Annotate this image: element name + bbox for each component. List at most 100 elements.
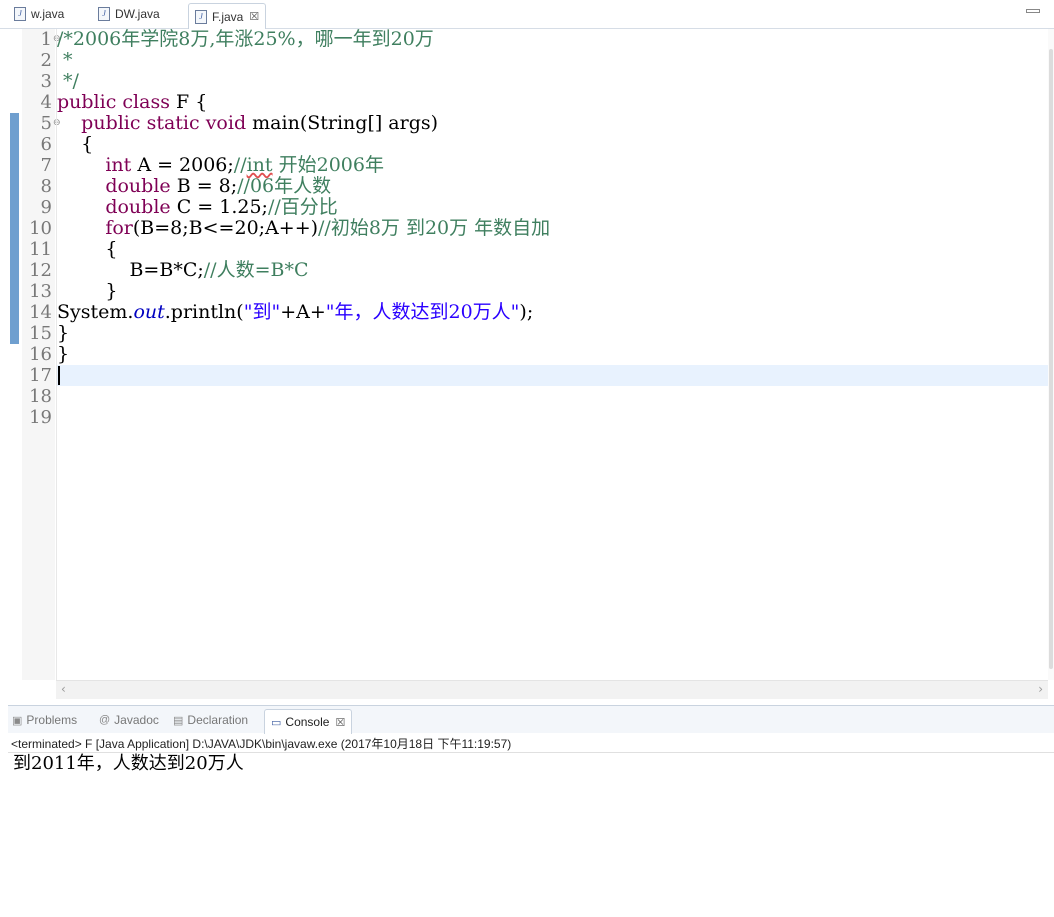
- line-number: 2: [40, 50, 52, 71]
- code-line[interactable]: System.out.println("到"+A+"年，人数达到20万人");: [57, 302, 533, 323]
- close-icon[interactable]: ☒: [335, 716, 345, 729]
- code-token: int: [246, 154, 273, 176]
- code-editor[interactable]: 1 ⊖ 2 3 4 5 ⊖ 6 7 8 9 10 11 12 13 14 15 16 17 18 19 /*2006年学…: [8, 29, 1054, 699]
- code-token: class: [122, 91, 170, 113]
- code-token: //人数=B*C: [203, 259, 309, 281]
- java-file-icon: J: [195, 9, 207, 24]
- tab-problems[interactable]: ▣ Problems: [12, 710, 77, 730]
- code-token: //初始8万 到20万 年数自加: [318, 217, 551, 239]
- line-number: 5: [40, 113, 52, 134]
- code-line[interactable]: }: [57, 344, 69, 365]
- tab-javadoc[interactable]: @ Javadoc: [99, 710, 159, 730]
- code-token: void: [205, 112, 247, 134]
- line-number: 15: [29, 323, 52, 344]
- line-number: 13: [29, 281, 52, 302]
- code-token: }: [57, 343, 70, 365]
- line-number: 10: [29, 218, 52, 239]
- tab-label: Console: [285, 715, 330, 729]
- code-token: {: [57, 133, 94, 155]
- line-number: 1: [40, 29, 52, 50]
- tab-label: w.java: [31, 7, 65, 21]
- code-token: *: [57, 49, 73, 71]
- javadoc-icon: @: [99, 714, 111, 726]
- code-line[interactable]: {: [57, 239, 117, 260]
- code-token: double: [105, 175, 171, 197]
- tab-declaration[interactable]: ▤ Declaration: [173, 710, 248, 730]
- code-token: A = 2006;: [131, 154, 234, 176]
- scroll-right-icon[interactable]: ›: [1038, 682, 1043, 696]
- code-token: .println(: [164, 301, 244, 323]
- code-token: "年，人数达到20万人": [325, 301, 520, 323]
- scroll-left-icon[interactable]: ‹: [61, 682, 66, 696]
- tab-dw-java[interactable]: J DW.java: [98, 2, 160, 26]
- console-output[interactable]: 到2011年，人数达到20万人: [13, 753, 244, 775]
- scrollbar-thumb[interactable]: [1049, 49, 1053, 669]
- code-line[interactable]: /*2006年学院8万,年涨25%，哪一年到20万: [57, 29, 434, 50]
- code-token: C = 1.25;: [170, 196, 268, 218]
- code-token: );: [519, 301, 534, 323]
- code-token: //百分比: [267, 196, 338, 218]
- line-number: 4: [40, 92, 52, 113]
- tab-w-java[interactable]: J w.java: [14, 2, 64, 26]
- minimize-icon[interactable]: [1026, 9, 1040, 13]
- change-marker: [10, 113, 19, 344]
- code-token: (B=8;B<=20;A++): [132, 217, 319, 239]
- code-line[interactable]: double C = 1.25;//百分比: [57, 196, 338, 218]
- code-line[interactable]: }: [57, 281, 117, 302]
- code-line[interactable]: *: [57, 50, 73, 71]
- current-line-highlight: [57, 365, 1049, 386]
- tab-label: Problems: [26, 713, 78, 727]
- problems-icon: ▣: [12, 714, 23, 727]
- text-caret: [58, 366, 60, 385]
- code-token: //06年人数: [237, 175, 332, 197]
- line-number: 11: [29, 239, 52, 260]
- code-line[interactable]: {: [57, 134, 93, 155]
- horizontal-scrollbar[interactable]: ‹ ›: [56, 680, 1048, 699]
- vertical-scrollbar[interactable]: [1048, 29, 1054, 680]
- code-line[interactable]: public static void main(String[] args): [57, 113, 438, 134]
- code-token: }: [57, 322, 70, 344]
- code-line[interactable]: public class F {: [57, 92, 207, 113]
- line-number: 3: [40, 71, 52, 92]
- code-token: B=B*C;: [57, 259, 204, 281]
- line-number: 14: [29, 302, 52, 323]
- code-token: +A+: [280, 301, 326, 323]
- code-token: out: [133, 301, 165, 323]
- line-number: 8: [40, 176, 52, 197]
- close-icon[interactable]: ☒: [249, 10, 259, 23]
- tab-console[interactable]: ▭ Console ☒: [264, 709, 353, 734]
- code-line[interactable]: */: [57, 71, 79, 92]
- code-token: static: [146, 112, 200, 134]
- java-file-icon: J: [98, 7, 110, 21]
- code-line[interactable]: int A = 2006;//int 开始2006年: [57, 155, 384, 176]
- console-icon: ▭: [271, 716, 282, 729]
- line-number: 16: [29, 344, 52, 365]
- code-token: int: [105, 154, 132, 176]
- code-line[interactable]: }: [57, 323, 69, 344]
- tab-label: Javadoc: [114, 713, 159, 727]
- code-area[interactable]: /*2006年学院8万,年涨25%，哪一年到20万 * */public cla…: [56, 29, 1049, 680]
- code-token: {: [57, 238, 118, 260]
- line-number: 6: [40, 134, 52, 155]
- tab-label: DW.java: [115, 7, 160, 21]
- quick-diff-ruler: [8, 29, 21, 680]
- tab-label: Declaration: [187, 713, 249, 727]
- code-line[interactable]: for(B=8;B<=20;A++)//初始8万 到20万 年数自加: [57, 218, 550, 239]
- code-token: public: [57, 91, 117, 113]
- tab-f-java[interactable]: J F.java ☒: [188, 3, 267, 29]
- code-token: */: [57, 70, 79, 92]
- code-token: main(String[] args): [246, 112, 439, 134]
- code-token: 开始2006年: [272, 154, 384, 176]
- line-number: 12: [29, 260, 52, 281]
- line-number-gutter: 1 ⊖ 2 3 4 5 ⊖ 6 7 8 9 10 11 12 13 14 15 16 17 18 19: [22, 29, 61, 680]
- code-line[interactable]: B=B*C;//人数=B*C: [57, 259, 309, 281]
- code-token: double: [105, 196, 171, 218]
- code-token: F {: [169, 91, 208, 113]
- code-token: /*2006年学院8万,年涨25%，哪一年到20万: [57, 28, 434, 50]
- line-number: 18: [29, 386, 52, 407]
- code-line[interactable]: double B = 8;//06年人数: [57, 176, 331, 197]
